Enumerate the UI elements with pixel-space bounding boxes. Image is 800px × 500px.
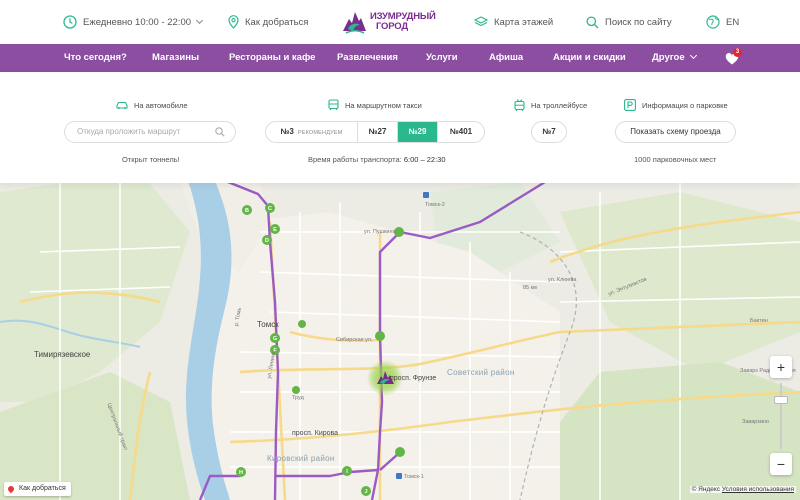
route-origin-input[interactable]: Откуда проложить маршрут [64,121,236,143]
map-label-klyueva: ул. Клюева [548,277,577,283]
taxi-hours-value: 6:00 – 22:30 [403,155,446,164]
hours-text: Ежедневно 10:00 - 22:00 [83,16,192,28]
taxi-route-selector: №3 РЕКОМЕНДУЕМ №27 №29 №401 [265,121,485,143]
route-option-401[interactable]: №401 [438,122,484,142]
nav-item-entertainment[interactable]: Развлечения [337,44,398,72]
map-label-sibirskaya: Сибирская ул. [336,337,373,343]
svg-text:H: H [239,470,243,476]
car-heading: На автомобиле [116,98,188,112]
map-label-kirovsky: Кировский район [267,454,335,463]
show-directions-button[interactable]: Показать схему проезда [615,121,736,143]
hours-dropdown[interactable]: Ежедневно 10:00 - 22:00 [63,0,204,44]
taxi-heading: На маршрутном такси [328,98,422,112]
logo[interactable]: ИЗУМРУДНЫЙ ГОРОД [340,5,465,39]
clock-icon [63,15,77,29]
parking-icon [624,99,636,111]
logo-line2: ГОРОД [376,21,408,32]
parking-title: Информация о парковке [642,100,728,110]
map-pin-icon [6,484,16,494]
copyright-text: © Яндекс [691,486,721,493]
parking-heading: Информация о парковке [624,98,728,112]
site-search-link[interactable]: Поиск по сайту [586,0,672,44]
svg-text:E: E [273,227,277,233]
map-label-85km: 85 км [523,285,537,291]
car-title: На автомобиле [134,100,188,110]
svg-text:G: G [273,336,277,342]
trolleybus-title: На троллейбусе [531,100,588,110]
bus-icon [328,99,339,110]
taxi-hours-prefix: Время работы транспорта: [308,155,402,164]
svg-text:B: B [245,208,249,214]
nav-item-services[interactable]: Услуги [426,44,458,72]
floor-map-link[interactable]: Карта этажей [474,0,553,44]
nav-item-events[interactable]: Афиша [489,44,523,72]
map-copyright: © Яндекс Условия использования [689,486,796,493]
map-label-timiryazevskoe: Тимирязевское [34,350,91,359]
terms-of-use-link[interactable]: Условия использования [722,486,794,493]
map-label-kirova: просп. Кирова [292,430,339,437]
language-switch[interactable]: EN [706,0,739,44]
map-label-tomsk2: Томск-2 [425,202,445,208]
route-link[interactable]: Как добраться [228,0,308,44]
get-directions-label: Как добраться [19,485,66,492]
site-search-label: Поиск по сайту [605,16,672,28]
car-note: Открыт тоннель! [122,155,180,164]
map-label-sovetsky: Советский район [447,368,515,377]
trolleybus-heading: На троллейбусе [514,98,587,112]
layers-icon [474,16,488,27]
top-bar: Ежедневно 10:00 - 22:00 Как добраться ИЗ… [0,0,800,44]
trolleybus-route-7[interactable]: №7 [531,121,567,143]
route-option-3-label: №3 [280,127,294,136]
favorites-badge: 3 [733,48,742,57]
taxi-hours-note: Время работы транспорта: 6:00 – 22:30 [308,155,446,164]
route-origin-placeholder: Откуда проложить маршрут [77,127,181,136]
map-label-zavarzino: Заварзино [742,419,769,425]
language-label: EN [726,16,740,28]
transport-panel: На автомобиле Откуда проложить маршрут О… [0,72,800,183]
map-label-pushkina: ул. Пушкина [364,229,396,235]
route-option-29[interactable]: №29 [398,122,438,142]
nav-item-today[interactable]: Что сегодня? [64,44,127,72]
search-icon[interactable] [215,127,225,137]
zoom-slider-track[interactable] [780,383,782,449]
zoom-slider-handle[interactable] [774,396,788,404]
svg-text:J: J [364,489,367,495]
nav-item-other[interactable]: Другое [652,44,696,72]
taxi-title: На маршрутном такси [345,100,422,110]
route-link-label: Как добраться [245,16,309,28]
nav-item-promos[interactable]: Акции и скидки [553,44,626,72]
nav-item-shops[interactable]: Магазины [152,44,199,72]
logo-emblem-icon [343,12,366,34]
recommended-tag: РЕКОМЕНДУЕМ [297,130,343,136]
map-label-trud: Труд [292,395,304,401]
route-option-3[interactable]: №3 РЕКОМЕНДУЕМ [266,122,358,142]
nav-item-restaurants[interactable]: Рестораны и кафе [229,44,315,72]
chevron-down-icon [196,16,204,25]
map-label-frunze: просп. Фрунзе [390,375,437,382]
zoom-out-button[interactable]: − [770,453,792,475]
logo-wordmark: ИЗУМРУДНЫЙ ГОРОД [370,12,436,32]
map-label-tomsk1: Томск-1 [404,474,424,480]
map-label-tomsk: Томск [257,320,279,329]
globe-icon [706,15,720,29]
car-icon [116,101,128,109]
floor-map-label: Карта этажей [494,16,554,28]
parking-note: 1000 парковочных мест [634,155,717,164]
svg-text:D: D [265,238,269,244]
get-directions-button[interactable]: Как добраться [4,482,71,496]
search-icon [586,15,599,28]
location-pin-icon [228,15,239,29]
zoom-in-button[interactable]: + [770,356,792,378]
svg-text:C: C [268,206,272,212]
map-label-baktin: Бактин [750,318,768,324]
trolleybus-icon [514,98,525,111]
main-nav: Что сегодня? Магазины Рестораны и кафе Р… [0,44,800,72]
route-option-27[interactable]: №27 [358,122,398,142]
